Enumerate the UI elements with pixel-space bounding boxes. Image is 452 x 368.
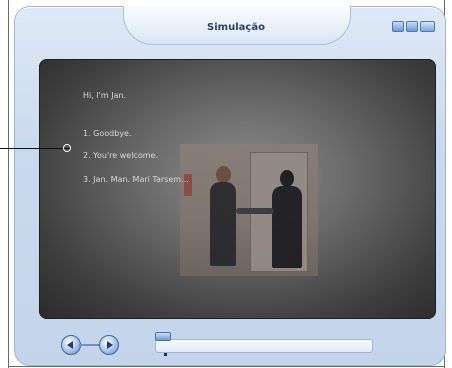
video-frame xyxy=(180,144,318,276)
next-icon xyxy=(107,341,113,349)
next-button[interactable] xyxy=(99,335,119,355)
person-left-head xyxy=(216,166,231,183)
minimize-button[interactable] xyxy=(392,21,404,32)
close-button[interactable] xyxy=(420,21,435,32)
callout-line xyxy=(0,148,70,149)
window-controls xyxy=(392,21,435,32)
simulation-window: Simulação Hi, I'm Jan. 1. Goodbye. 2. Yo… xyxy=(14,6,446,366)
frame-line-bottom xyxy=(8,366,445,367)
frame-line-left xyxy=(8,0,9,368)
person-left xyxy=(210,182,236,266)
previous-icon xyxy=(67,341,73,349)
handshake xyxy=(236,208,274,214)
response-option-3[interactable]: 3. Jan. Man. Mari Tarsem... xyxy=(83,175,189,184)
page-canvas: Simulação Hi, I'm Jan. 1. Goodbye. 2. Yo… xyxy=(0,0,452,368)
progress-handle[interactable] xyxy=(155,332,171,341)
callout-dot xyxy=(63,144,71,152)
greeting-text: Hi, I'm Jan. xyxy=(83,91,127,100)
progress-tick xyxy=(164,353,167,356)
previous-button[interactable] xyxy=(61,335,81,355)
simulation-screen: Hi, I'm Jan. 1. Goodbye. 2. You're welco… xyxy=(39,59,436,319)
controls-bar xyxy=(51,329,431,357)
window-title: Simulação xyxy=(207,22,265,33)
progress-track[interactable] xyxy=(155,339,373,353)
response-option-1[interactable]: 1. Goodbye. xyxy=(83,129,132,138)
person-right xyxy=(272,186,302,268)
nav-connector xyxy=(79,344,100,346)
response-option-2[interactable]: 2. You're welcome. xyxy=(83,151,158,160)
navigation-group xyxy=(61,335,119,355)
maximize-button[interactable] xyxy=(406,21,418,32)
person-right-head xyxy=(280,170,294,187)
